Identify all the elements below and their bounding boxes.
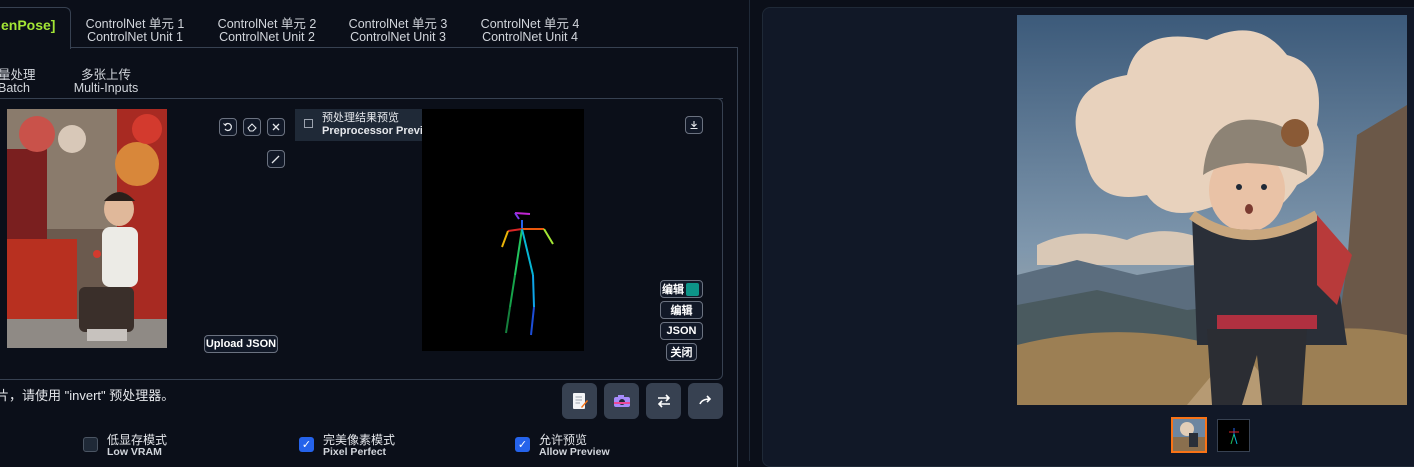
column-divider: [749, 0, 750, 461]
pixel-perfect-checkbox[interactable]: ✓: [299, 437, 314, 452]
gallery-main-image[interactable]: [1017, 15, 1407, 405]
low-vram-checkbox[interactable]: [83, 437, 98, 452]
input-image[interactable]: [7, 109, 167, 348]
close-icon[interactable]: [267, 118, 285, 136]
gallery-thumbnail-2[interactable]: [1217, 419, 1250, 452]
tab-label-en: ControlNet Unit 4: [482, 30, 578, 44]
option-label-zh: 允许预览: [539, 433, 588, 447]
notepad-icon[interactable]: [562, 383, 597, 419]
pose-preview-image: [422, 109, 584, 351]
tab-openpose-active[interactable]: enPose]: [0, 7, 71, 49]
eraser-icon[interactable]: [243, 118, 261, 136]
invert-hint-text: 片，请使用 "invert" 预处理器。: [0, 388, 175, 403]
option-label-zh: 低显存模式: [107, 433, 168, 447]
preview-label-zh: 预处理结果预览: [322, 112, 399, 124]
edit-button[interactable]: 编辑: [660, 301, 703, 319]
tab-controlnet-unit-4[interactable]: ControlNet 单元 4 ControlNet Unit 4: [475, 18, 585, 44]
tab-active-label: enPose]: [1, 17, 56, 33]
subtab-batch[interactable]: 量处理 Batch: [0, 69, 42, 95]
undo-icon[interactable]: [219, 118, 237, 136]
edit-label: 编辑: [662, 284, 684, 296]
low-vram-label: 低显存模式 Low VRAM: [107, 434, 167, 458]
tab-label-en: ControlNet Unit 1: [87, 30, 183, 44]
json-button[interactable]: JSON: [660, 322, 703, 340]
preprocessor-preview-label: 预处理结果预览 Preprocessor Preview: [295, 109, 439, 141]
swap-icon[interactable]: [646, 383, 681, 419]
tab-controlnet-unit-3[interactable]: ControlNet 单元 3 ControlNet Unit 3: [343, 18, 453, 44]
allow-preview-checkbox[interactable]: ✓: [515, 437, 530, 452]
photopea-icon: [686, 282, 699, 296]
allow-preview-label: 允许预览 Allow Preview: [539, 434, 610, 458]
tab-controlnet-unit-1[interactable]: ControlNet 单元 1 ControlNet Unit 1: [80, 18, 190, 44]
option-label-en: Low VRAM: [107, 446, 162, 458]
brush-icon[interactable]: [267, 150, 285, 168]
camera-icon[interactable]: [604, 383, 639, 419]
download-icon[interactable]: [685, 116, 703, 134]
tab-controlnet-unit-2[interactable]: ControlNet 单元 2 ControlNet Unit 2: [212, 18, 322, 44]
tab-label-en: ControlNet Unit 2: [219, 30, 315, 44]
close-button[interactable]: 关闭: [666, 343, 697, 361]
tab-label-en: ControlNet Unit 3: [350, 30, 446, 44]
send-icon[interactable]: [688, 383, 723, 419]
option-label-zh: 完美像素模式: [323, 433, 396, 447]
option-label-en: Pixel Perfect: [323, 446, 387, 458]
subtab-label-en: Batch: [0, 81, 30, 95]
subtab-label-en: Multi-Inputs: [73, 81, 139, 95]
tab-bar-divider: [0, 47, 737, 48]
subtab-multi-inputs[interactable]: 多张上传 Multi-Inputs: [68, 69, 144, 95]
option-label-en: Allow Preview: [539, 446, 610, 458]
upload-json-button[interactable]: Upload JSON: [204, 335, 278, 353]
preview-label-en: Preprocessor Preview: [322, 125, 438, 137]
image-icon: [304, 119, 313, 128]
edit-photopea-button[interactable]: 编辑: [660, 280, 703, 298]
gallery-thumbnail-1[interactable]: [1171, 417, 1207, 453]
pixel-perfect-label: 完美像素模式 Pixel Perfect: [323, 434, 395, 458]
